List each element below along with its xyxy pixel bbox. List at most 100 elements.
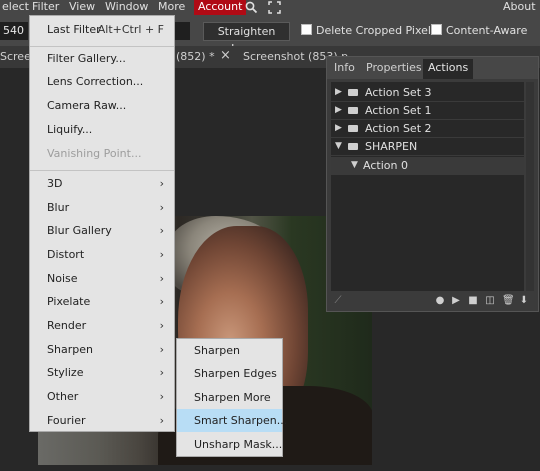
menu-item-label: Sharpen Edges — [194, 367, 277, 380]
tab-actions[interactable]: Actions — [423, 59, 474, 79]
menu-item-sharpen[interactable]: Sharpen › — [30, 339, 174, 361]
menu-item-fourier[interactable]: Fourier › — [30, 410, 174, 432]
straighten-layer-button[interactable]: Straighten Layer — [203, 22, 290, 55]
chevron-right-icon: › — [159, 248, 164, 261]
menu-bar: elect Filter View Window More Account Ab… — [0, 0, 540, 15]
action-set-label: SHARPEN — [365, 140, 418, 153]
menu-item-pixelate[interactable]: Pixelate › — [30, 291, 174, 313]
panel-scrollbar[interactable] — [526, 82, 534, 307]
download-icon[interactable]: ⬇ — [519, 296, 529, 306]
submenu-item-sharpen[interactable]: Sharpen — [177, 339, 282, 362]
size-field[interactable]: 540 — [0, 22, 28, 40]
menu-item-render[interactable]: Render › — [30, 315, 174, 337]
checkbox-icon[interactable] — [431, 24, 442, 35]
menu-item-label: Camera Raw... — [47, 99, 127, 112]
sharpen-submenu: Sharpen Sharpen Edges Sharpen More Smart… — [176, 338, 287, 457]
chevron-right-icon: › — [159, 201, 164, 214]
new-action-icon[interactable]: ◫ — [485, 296, 495, 306]
menu-window[interactable]: Window — [103, 0, 150, 15]
search-icon[interactable] — [245, 1, 258, 14]
shortcut-label: Alt+Ctrl + F — [97, 23, 164, 36]
trash-icon[interactable]: 🗑 — [502, 296, 515, 306]
record-icon[interactable]: ● — [435, 296, 445, 306]
menu-item-vanishing-point: Vanishing Point... — [30, 143, 174, 165]
folder-icon — [348, 107, 358, 114]
checkbox-icon[interactable] — [301, 24, 312, 35]
menu-item-label: Smart Sharpen... — [194, 414, 288, 427]
chevron-right-icon: › — [159, 343, 164, 356]
tab-properties[interactable]: Properties — [361, 59, 427, 79]
menu-item-blur-gallery[interactable]: Blur Gallery › — [30, 220, 174, 242]
menu-divider — [30, 170, 174, 171]
menu-item-3d[interactable]: 3D › — [30, 173, 174, 195]
delete-cropped-label: Delete Cropped Pixels — [316, 24, 437, 37]
actions-list: ▶ Action Set 3 ▶ Action Set 1 ▶ Action S… — [331, 82, 524, 307]
fullscreen-icon[interactable] — [268, 1, 281, 14]
panel-tabs: Info Properties Actions — [327, 57, 538, 79]
menu-select[interactable]: elect — [0, 0, 31, 15]
menu-item-stylize[interactable]: Stylize › — [30, 362, 174, 384]
action-set-label: Action Set 1 — [365, 104, 432, 117]
menu-view[interactable]: View — [67, 0, 97, 15]
submenu-item-smart-sharpen[interactable]: Smart Sharpen... — [177, 409, 287, 432]
content-aware-label: Content-Aware — [446, 24, 528, 37]
folder-icon — [348, 125, 358, 132]
action-row[interactable]: ▼ Action 0 — [331, 157, 524, 175]
menu-item-liquify[interactable]: Liquify... — [30, 119, 174, 141]
menu-item-label: Vanishing Point... — [47, 147, 142, 160]
collapse-arrow-icon[interactable]: ▼ — [351, 157, 358, 174]
menu-item-label: Unsharp Mask... — [194, 438, 283, 451]
menu-more[interactable]: More — [156, 0, 187, 15]
menu-item-label: Sharpen — [47, 343, 93, 356]
menu-item-label: Other — [47, 390, 79, 403]
menu-item-blur[interactable]: Blur › — [30, 197, 174, 219]
action-set-row[interactable]: ▶ Action Set 3 — [331, 84, 524, 102]
close-icon[interactable]: × — [220, 48, 231, 63]
menu-item-camera-raw[interactable]: Camera Raw... — [30, 95, 174, 117]
actions-panel: Info Properties Actions ▶ Action Set 3 ▶… — [326, 56, 539, 312]
tab-fragment-left[interactable]: Scree — [0, 50, 31, 63]
menu-item-other[interactable]: Other › — [30, 386, 174, 408]
submenu-item-unsharp-mask[interactable]: Unsharp Mask... — [177, 433, 282, 456]
folder-icon — [348, 89, 358, 96]
expand-arrow-icon[interactable]: ▶ — [335, 120, 342, 137]
menu-about[interactable]: About — [501, 0, 538, 15]
menu-item-noise[interactable]: Noise › — [30, 268, 174, 290]
menu-account[interactable]: Account — [194, 0, 247, 15]
chevron-right-icon: › — [159, 319, 164, 332]
menu-filter[interactable]: Filter — [30, 0, 61, 15]
folder-icon[interactable]: ■ — [468, 296, 478, 306]
menu-item-label: Sharpen — [194, 344, 240, 357]
expand-arrow-icon[interactable]: ▶ — [335, 102, 342, 119]
menu-item-filter-gallery[interactable]: Filter Gallery... — [30, 48, 174, 70]
menu-item-lens-correction[interactable]: Lens Correction... — [30, 71, 174, 93]
chevron-right-icon: › — [159, 177, 164, 190]
tab-info[interactable]: Info — [329, 59, 360, 79]
menu-item-label: Distort — [47, 248, 85, 261]
submenu-item-sharpen-more[interactable]: Sharpen More — [177, 386, 282, 409]
chevron-right-icon: › — [159, 272, 164, 285]
delete-cropped-checkbox[interactable]: Delete Cropped Pixels — [301, 24, 437, 38]
submenu-item-sharpen-edges[interactable]: Sharpen Edges — [177, 362, 282, 385]
action-set-row[interactable]: ▶ Action Set 1 — [331, 102, 524, 120]
expand-arrow-icon[interactable]: ▶ — [335, 84, 342, 101]
menu-item-label: Pixelate — [47, 295, 91, 308]
action-set-label: Action Set 3 — [365, 86, 432, 99]
action-set-label: Action Set 2 — [365, 122, 432, 135]
content-aware-checkbox[interactable]: Content-Aware — [431, 24, 527, 38]
menu-item-label: Sharpen More — [194, 391, 271, 404]
menu-item-last-filter[interactable]: Last Filter Alt+Ctrl + F — [30, 19, 174, 41]
menu-item-label: Liquify... — [47, 123, 93, 136]
action-set-row-expanded[interactable]: ▼ SHARPEN — [331, 138, 524, 156]
play-icon[interactable]: ▶ — [451, 296, 461, 306]
panel-footer: ⟋ ● ▶ ■ ◫ 🗑 ⬇ — [327, 291, 538, 311]
action-set-row[interactable]: ▶ Action Set 2 — [331, 120, 524, 138]
menu-item-label: Fourier — [47, 414, 86, 427]
menu-item-label: Render — [47, 319, 87, 332]
resize-grip-icon[interactable]: ⟋ — [333, 296, 343, 306]
folder-icon — [348, 143, 358, 150]
menu-item-distort[interactable]: Distort › — [30, 244, 174, 266]
collapse-arrow-icon[interactable]: ▼ — [335, 138, 342, 155]
menu-divider — [30, 46, 174, 47]
tab-active-title[interactable]: (852) * — [176, 50, 215, 63]
